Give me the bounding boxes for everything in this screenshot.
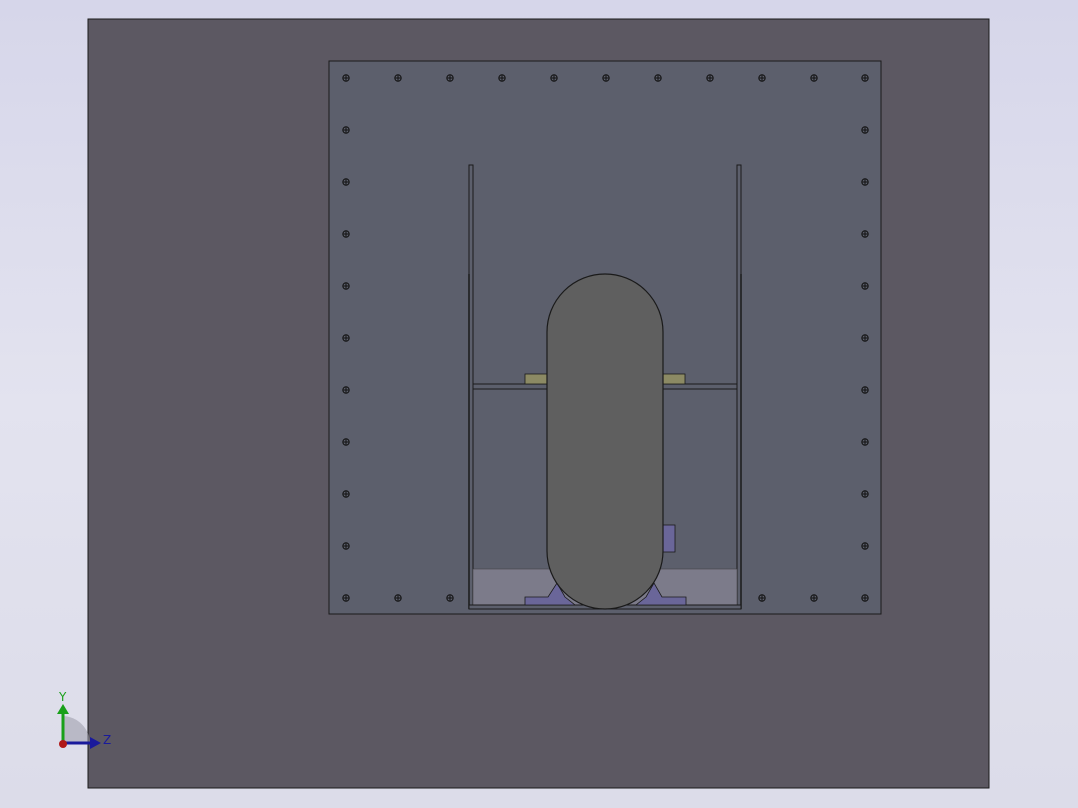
x-axis-origin <box>59 740 67 748</box>
z-axis-label: Z <box>103 733 111 747</box>
left-support-pad[interactable] <box>524 373 550 385</box>
y-axis-label: Y <box>58 690 67 704</box>
right-support-pad[interactable] <box>660 373 686 385</box>
model-view[interactable]: Y Z <box>0 0 1078 808</box>
side-fitting[interactable] <box>661 524 676 553</box>
pressure-tank[interactable] <box>546 273 664 610</box>
graphics-viewport[interactable]: Y Z <box>0 0 1078 808</box>
